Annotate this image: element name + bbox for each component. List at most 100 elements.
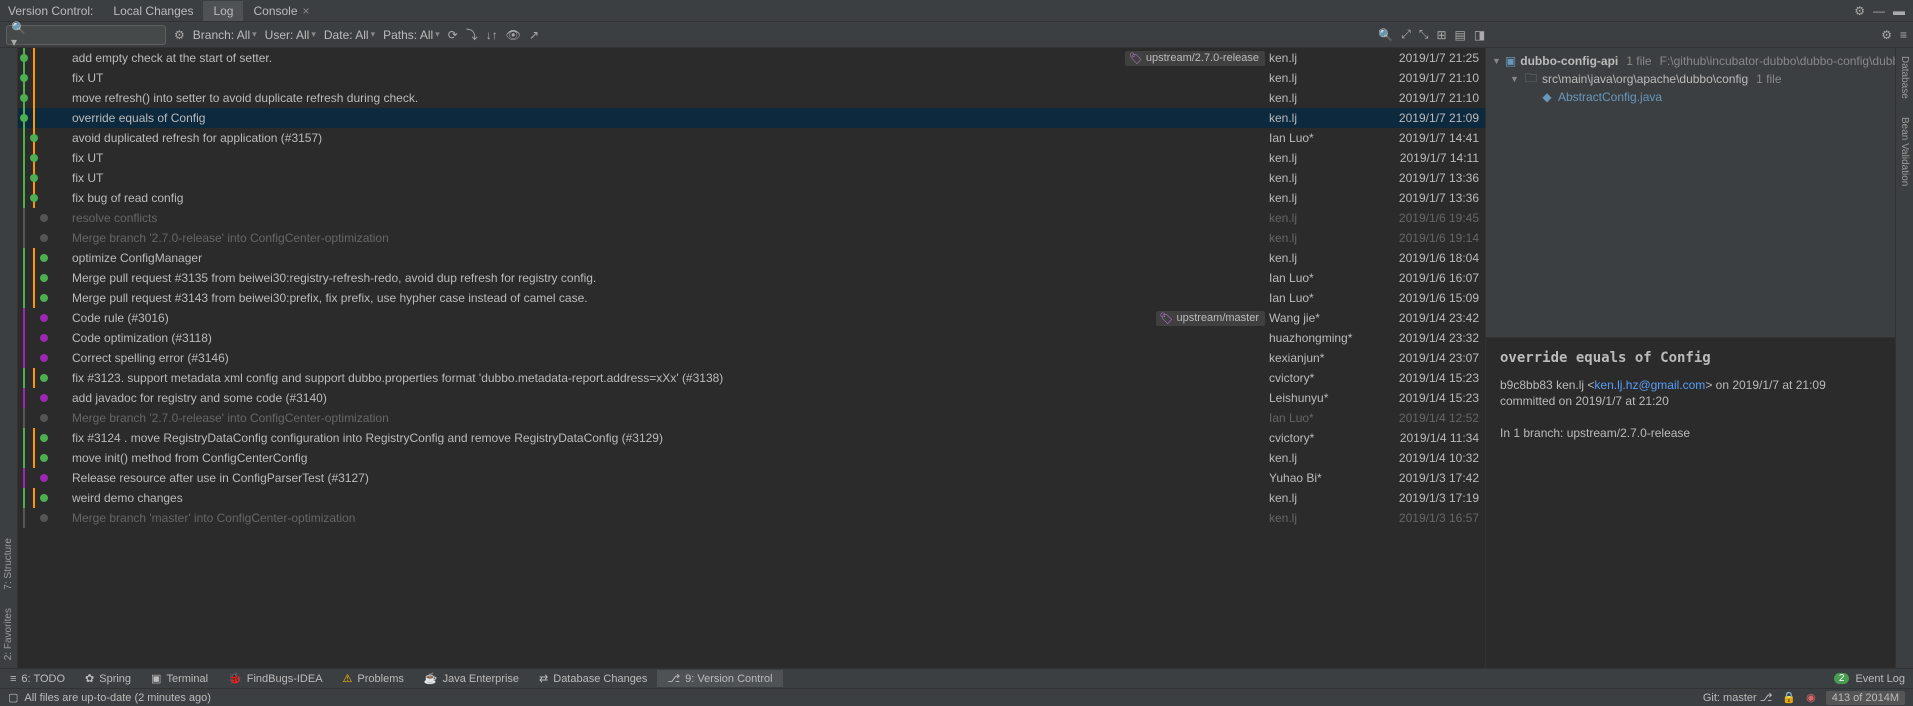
changed-files-tree[interactable]: ▼ ▣ dubbo-config-api 1 file F:\github\in… (1486, 48, 1895, 338)
bottom-tab-findbugs-idea[interactable]: 🐞FindBugs-IDEA (218, 670, 333, 687)
intellisort-icon[interactable]: ↓↑ (486, 28, 498, 42)
search-input[interactable]: 🔍▾ (6, 25, 166, 45)
branch-filter[interactable]: Branch: All▾ (193, 28, 257, 42)
favorites-tool[interactable]: 2: Favorites (3, 608, 14, 660)
user-filter[interactable]: User: All▾ (265, 28, 316, 42)
chevron-down-icon[interactable]: ▼ (1510, 74, 1520, 84)
commit-row[interactable]: avoid duplicated refresh for application… (18, 128, 1485, 148)
graph-cell (18, 348, 72, 368)
bottom-tab-6-todo[interactable]: ≡6: TODO (0, 670, 75, 687)
event-count-badge[interactable]: 2 (1834, 673, 1850, 684)
commit-message: Merge pull request #3143 from beiwei30:p… (72, 291, 1269, 305)
commit-row[interactable]: fix UTken.lj2019/1/7 13:36 (18, 168, 1485, 188)
commit-date: 2019/1/3 16:57 (1379, 511, 1479, 525)
commit-email-link[interactable]: ken.lj.hz@gmail.com (1594, 378, 1705, 392)
bottom-tab-problems[interactable]: ⚠Problems (333, 670, 414, 687)
commit-date: 2019/1/7 21:25 (1379, 51, 1479, 65)
commit-row[interactable]: Merge branch 'master' into ConfigCenter-… (18, 508, 1485, 528)
commit-row[interactable]: fix UTken.lj2019/1/7 14:11 (18, 148, 1485, 168)
expand-icon[interactable]: ⤢ (1401, 27, 1411, 42)
bottom-tab-java-enterprise[interactable]: ☕Java Enterprise (414, 670, 529, 687)
commit-row[interactable]: override equals of Configken.lj2019/1/7 … (18, 108, 1485, 128)
commit-row[interactable]: Merge branch '2.7.0-release' into Config… (18, 408, 1485, 428)
commit-row[interactable]: weird demo changesken.lj2019/1/3 17:19 (18, 488, 1485, 508)
refresh-icon[interactable]: ⟳ (448, 28, 458, 42)
commit-log[interactable]: add empty check at the start of setter.🏷… (18, 48, 1485, 668)
commit-row[interactable]: Merge branch '2.7.0-release' into Config… (18, 228, 1485, 248)
commit-row[interactable]: add javadoc for registry and some code (… (18, 388, 1485, 408)
tree-file[interactable]: ◆ AbstractConfig.java (1492, 88, 1889, 106)
commit-date: 2019/1/6 18:04 (1379, 251, 1479, 265)
preview-icon[interactable]: ▤ (1455, 28, 1466, 42)
hide-icon[interactable]: ▬ (1893, 4, 1905, 18)
graph-cell (18, 268, 72, 288)
branch-tag[interactable]: 🏷upstream/master (1156, 311, 1266, 326)
database-tool[interactable]: Database (1899, 56, 1910, 99)
commit-row[interactable]: fix #3123. support metadata xml config a… (18, 368, 1485, 388)
commit-date: 2019/1/6 19:14 (1379, 231, 1479, 245)
commit-date: 2019/1/7 21:10 (1379, 71, 1479, 85)
gear-icon[interactable]: ⚙ (1854, 4, 1865, 18)
minimize-icon[interactable]: — (1873, 4, 1885, 18)
tab-icon: ≡ (10, 673, 16, 685)
event-log-tab[interactable]: Event Log (1855, 673, 1905, 685)
structure-tool[interactable]: 7: Structure (3, 538, 14, 590)
notify-icon[interactable]: ◉ (1806, 691, 1816, 704)
commit-row[interactable]: Correct spelling error (#3146)kexianjun*… (18, 348, 1485, 368)
commit-row[interactable]: fix #3124 . move RegistryDataConfig conf… (18, 428, 1485, 448)
bean-validation-tool[interactable]: Bean Validation (1899, 117, 1910, 186)
commit-row[interactable]: Code rule (#3016)🏷upstream/masterWang ji… (18, 308, 1485, 328)
paths-filter[interactable]: Paths: All▾ (383, 28, 440, 42)
commit-row[interactable]: Merge pull request #3143 from beiwei30:p… (18, 288, 1485, 308)
branch-tag[interactable]: 🏷upstream/2.7.0-release (1125, 51, 1265, 66)
cherry-pick-icon[interactable]: ⤵ (466, 26, 478, 43)
vcs-top-tabs: Version Control: Local Changes Log Conso… (0, 0, 1913, 22)
regex-icon[interactable]: ⚙ (174, 28, 185, 42)
tab-console[interactable]: Console× (243, 1, 319, 21)
tree-folder[interactable]: ▼ 🗀 src\main\java\org\apache\dubbo\confi… (1492, 70, 1889, 88)
tree-root[interactable]: ▼ ▣ dubbo-config-api 1 file F:\github\in… (1492, 52, 1889, 70)
chevron-down-icon[interactable]: ▼ (1492, 56, 1501, 66)
graph-cell (18, 388, 72, 408)
commit-row[interactable]: move init() method from ConfigCenterConf… (18, 448, 1485, 468)
commit-row[interactable]: add empty check at the start of setter.🏷… (18, 48, 1485, 68)
bottom-tab-database-changes[interactable]: ⇄Database Changes (529, 670, 657, 687)
commit-message: add empty check at the start of setter.🏷… (72, 51, 1269, 66)
menu-icon[interactable]: ≡ (1900, 28, 1907, 42)
tab-icon: ▣ (151, 672, 161, 685)
search-right-icon[interactable]: 🔍 (1378, 28, 1393, 42)
git-branch-widget[interactable]: Git: master ⎇ (1703, 691, 1773, 704)
filter-gear-icon[interactable]: ⚙ (1881, 28, 1892, 42)
group-icon[interactable]: ⊞ (1436, 28, 1446, 42)
commit-row[interactable]: Merge pull request #3135 from beiwei30:r… (18, 268, 1485, 288)
tab-icon: ⚠ (343, 672, 353, 685)
tab-log[interactable]: Log (203, 1, 243, 21)
commit-author: kexianjun* (1269, 351, 1379, 365)
commit-date: 2019/1/4 15:23 (1379, 391, 1479, 405)
tab-local-changes[interactable]: Local Changes (103, 1, 203, 21)
collapse-icon[interactable]: ⤡ (1419, 27, 1429, 42)
bottom-tab-spring[interactable]: ✿Spring (75, 670, 141, 687)
memory-indicator[interactable]: 413 of 2014M (1826, 691, 1905, 705)
details-icon[interactable]: ◨ (1474, 28, 1485, 42)
commit-row[interactable]: resolve conflictsken.lj2019/1/6 19:45 (18, 208, 1485, 228)
lock-icon[interactable]: 🔒 (1782, 691, 1796, 704)
commit-row[interactable]: move refresh() into setter to avoid dupl… (18, 88, 1485, 108)
commit-row[interactable]: Code optimization (#3118)huazhongming*20… (18, 328, 1485, 348)
commit-row[interactable]: fix bug of read configken.lj2019/1/7 13:… (18, 188, 1485, 208)
commit-date: 2019/1/7 21:10 (1379, 91, 1479, 105)
commit-row[interactable]: optimize ConfigManagerken.lj2019/1/6 18:… (18, 248, 1485, 268)
commit-row[interactable]: fix UTken.lj2019/1/7 21:10 (18, 68, 1485, 88)
open-external-icon[interactable]: ↗ (529, 28, 539, 42)
close-icon[interactable]: × (303, 4, 310, 18)
commit-author: ken.lj (1269, 171, 1379, 185)
date-filter[interactable]: Date: All▾ (324, 28, 375, 42)
bottom-tab-terminal[interactable]: ▣Terminal (141, 670, 218, 687)
commit-row[interactable]: Release resource after use in ConfigPars… (18, 468, 1485, 488)
graph-cell (18, 308, 72, 328)
commit-message: add javadoc for registry and some code (… (72, 391, 1269, 405)
graph-cell (18, 368, 72, 388)
eye-icon[interactable]: 👁 (506, 28, 521, 42)
bottom-tab-9-version-control[interactable]: ⎇9: Version Control (657, 670, 782, 687)
commit-date: 2019/1/7 13:36 (1379, 171, 1479, 185)
